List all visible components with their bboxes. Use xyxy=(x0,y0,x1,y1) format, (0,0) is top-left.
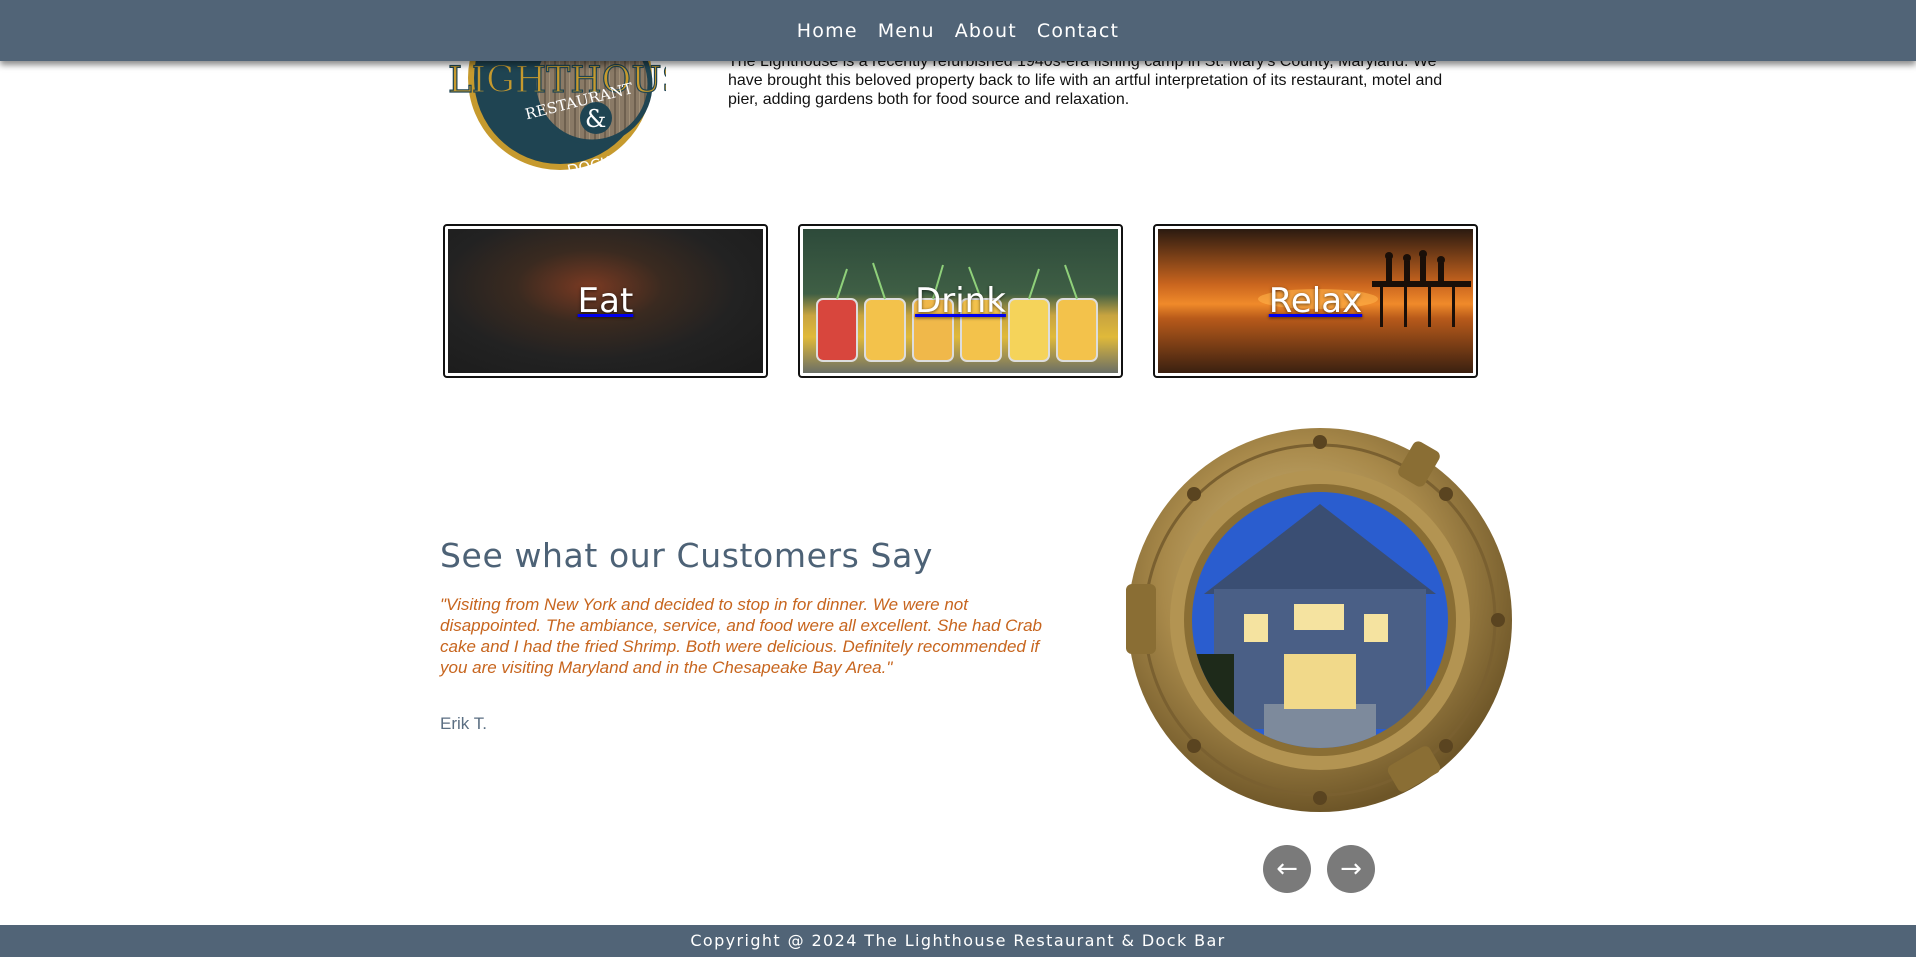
top-navigation: Home Menu About Contact xyxy=(0,0,1916,61)
testimonial-quote: "Visiting from New York and decided to s… xyxy=(440,595,1042,677)
arrow-right-icon[interactable]: → xyxy=(1327,845,1375,893)
nav-link-home[interactable]: Home xyxy=(789,16,866,46)
eat-image: Eat xyxy=(448,229,763,373)
nav-link-about[interactable]: About xyxy=(947,16,1025,46)
tile-label-relax: Relax xyxy=(1268,281,1363,321)
testimonial-author: Erik T. xyxy=(440,714,487,733)
testimonials-heading: See what our Customers Say xyxy=(440,536,934,575)
tile-eat[interactable]: Eat xyxy=(443,224,768,378)
feature-tiles: Eat Drink Relax xyxy=(443,224,1478,378)
logo-text-ampersand: & xyxy=(585,105,606,133)
nav-link-contact[interactable]: Contact xyxy=(1029,16,1127,46)
relax-image: Relax xyxy=(1158,229,1473,373)
footer-copyright: Copyright @ 2024 The Lighthouse Restaura… xyxy=(690,931,1226,950)
tile-drink[interactable]: Drink xyxy=(798,224,1123,378)
nav-link-menu[interactable]: Menu xyxy=(870,16,943,46)
tile-relax[interactable]: Relax xyxy=(1153,224,1478,378)
drink-image: Drink xyxy=(803,229,1118,373)
arrow-left-icon[interactable]: ← xyxy=(1263,845,1311,893)
tile-label-eat: Eat xyxy=(577,281,634,321)
porthole-building-image xyxy=(1126,428,1512,812)
page-footer: Copyright @ 2024 The Lighthouse Restaura… xyxy=(0,925,1916,957)
tile-label-drink: Drink xyxy=(915,281,1006,321)
